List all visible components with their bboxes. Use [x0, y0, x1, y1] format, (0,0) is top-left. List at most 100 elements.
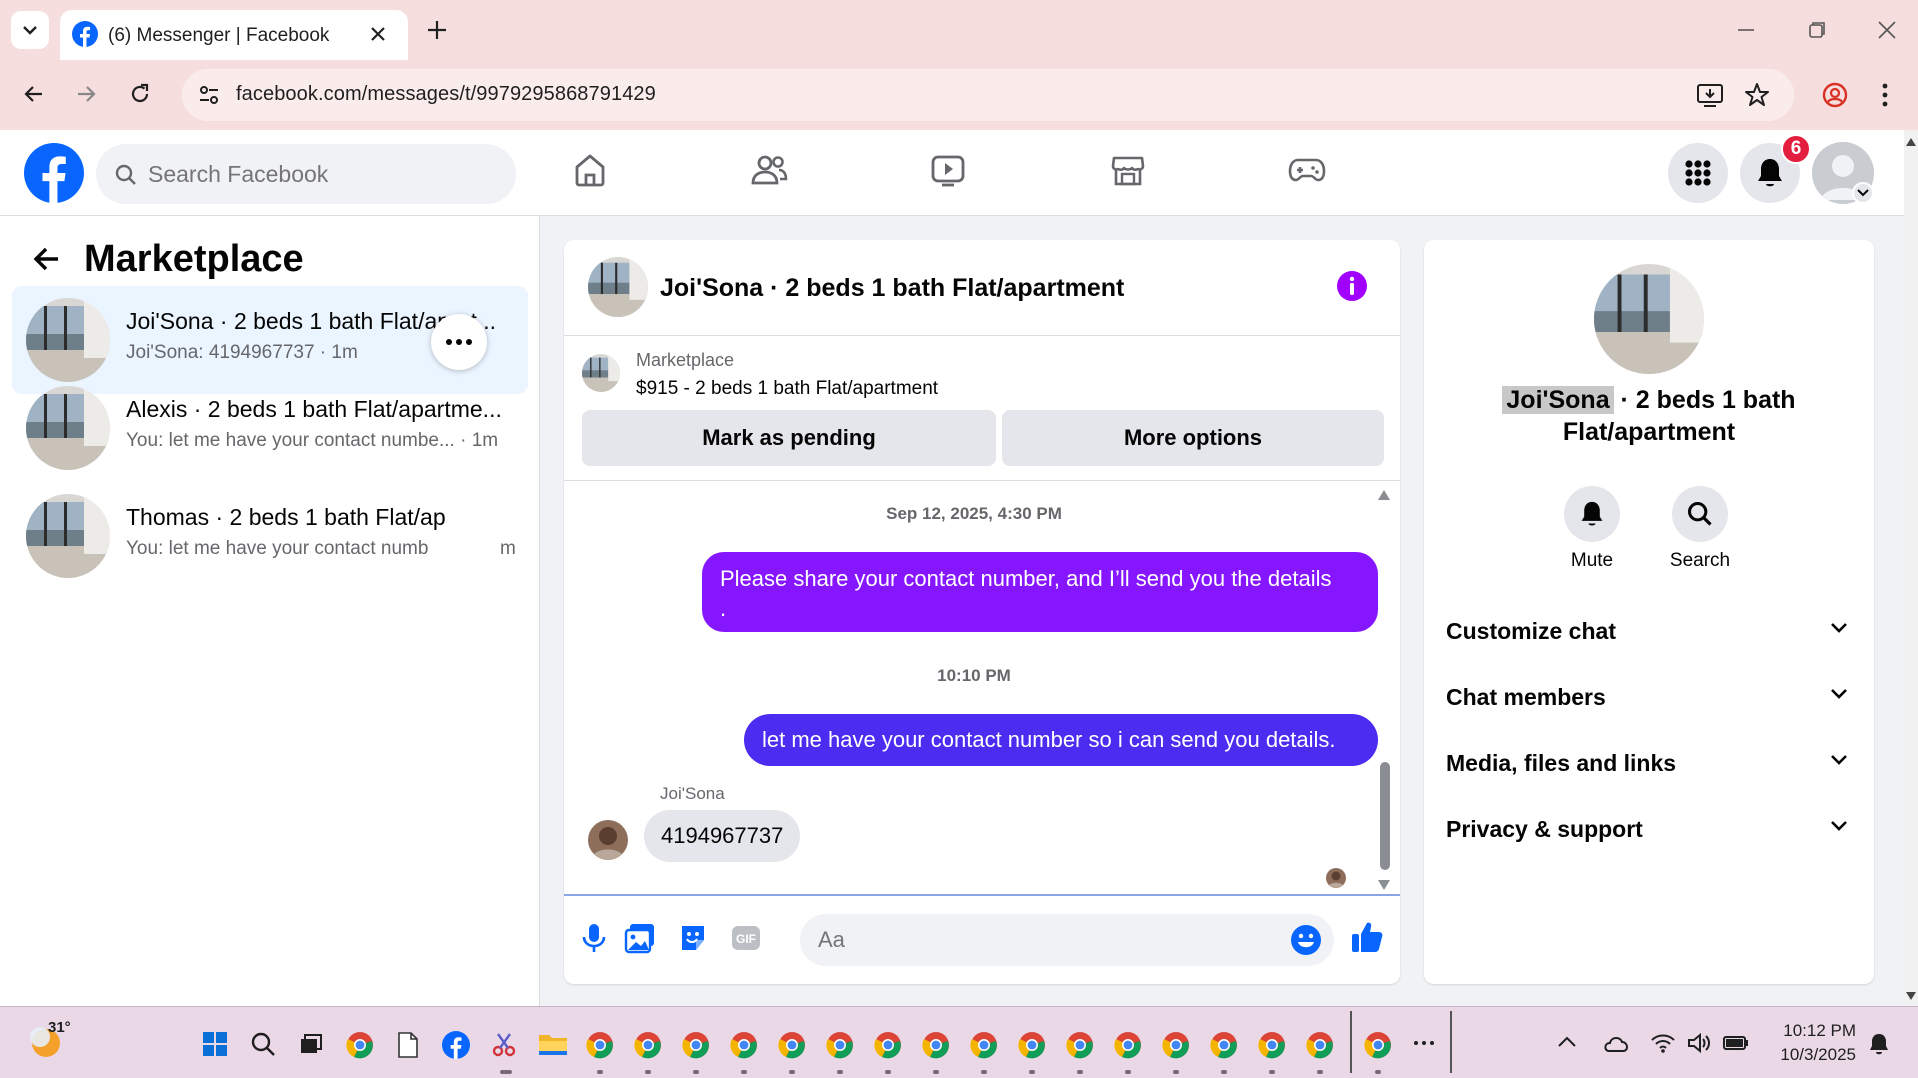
install-app-icon[interactable]	[1696, 82, 1724, 108]
battery-icon[interactable]	[1722, 1031, 1750, 1055]
marketplace-icon[interactable]	[1110, 152, 1146, 188]
media-files-links-section[interactable]: Media, files and links	[1446, 742, 1856, 782]
chrome-window-icon[interactable]	[1018, 1031, 1046, 1059]
profile-icon[interactable]	[1822, 82, 1848, 108]
facebook-app-icon[interactable]	[442, 1031, 470, 1059]
page-scrollbar[interactable]	[1904, 130, 1918, 1006]
emoji-icon[interactable]	[1290, 924, 1322, 956]
clock-time[interactable]: 10:12 PM	[1760, 1021, 1856, 1041]
scroll-up-icon[interactable]	[1378, 490, 1390, 500]
listing-thumbnail[interactable]	[588, 257, 648, 317]
chrome-window-icon[interactable]	[1306, 1031, 1334, 1059]
url-text[interactable]: facebook.com/messages/t/9979295868791429	[236, 83, 656, 106]
privacy-support-section[interactable]: Privacy & support	[1446, 808, 1856, 848]
photo-icon[interactable]	[624, 922, 656, 954]
friends-icon[interactable]	[750, 152, 788, 188]
restore-icon[interactable]	[1806, 19, 1828, 41]
window-close-icon[interactable]	[1876, 19, 1898, 41]
listing-summary[interactable]: $915 - 2 beds 1 bath Flat/apartment	[636, 378, 938, 400]
task-view-icon[interactable]	[298, 1031, 324, 1057]
video-icon[interactable]	[930, 152, 966, 188]
volume-icon[interactable]	[1686, 1031, 1712, 1055]
chrome-window-icon[interactable]	[826, 1031, 854, 1059]
chrome-icon[interactable]	[346, 1031, 374, 1059]
browser-tab-bar: (6) Messenger | Facebook	[0, 0, 1918, 60]
chrome-window-icon[interactable]	[1364, 1031, 1392, 1059]
file-explorer-icon[interactable]	[538, 1031, 568, 1057]
facebook-search[interactable]	[96, 144, 516, 204]
notification-center-icon[interactable]	[1866, 1031, 1892, 1057]
reload-icon[interactable]	[128, 82, 152, 106]
mute-button[interactable]: Mute	[1542, 486, 1642, 572]
listing-thumbnail[interactable]	[582, 354, 620, 392]
back-icon[interactable]	[22, 82, 46, 106]
conversation-options-button[interactable]	[431, 314, 487, 370]
gif-icon[interactable]: GIF	[730, 922, 762, 954]
chrome-window-icon[interactable]	[1258, 1031, 1286, 1059]
info-icon[interactable]	[1336, 270, 1368, 302]
start-icon[interactable]	[202, 1031, 228, 1057]
facebook-logo-icon[interactable]	[24, 143, 84, 203]
more-apps-icon[interactable]	[1412, 1031, 1436, 1055]
home-icon[interactable]	[572, 152, 608, 188]
message-input[interactable]	[818, 914, 1258, 966]
address-bar[interactable]: facebook.com/messages/t/9979295868791429	[182, 69, 1794, 121]
chrome-window-icon[interactable]	[1210, 1031, 1238, 1059]
onedrive-cloud-icon[interactable]	[1602, 1031, 1630, 1055]
sender-avatar[interactable]	[588, 820, 628, 860]
scroll-up-icon[interactable]	[1906, 138, 1916, 146]
like-thumbs-up-icon[interactable]	[1350, 920, 1384, 954]
wifi-icon[interactable]	[1650, 1031, 1676, 1055]
chrome-window-icon[interactable]	[682, 1031, 710, 1059]
scroll-down-icon[interactable]	[1378, 880, 1390, 890]
chrome-window-icon[interactable]	[778, 1031, 806, 1059]
more-options-button[interactable]: More options	[1002, 410, 1384, 466]
chrome-window-icon[interactable]	[1162, 1031, 1190, 1059]
bookmark-star-icon[interactable]	[1744, 82, 1770, 108]
outgoing-message[interactable]: Please share your contact number, and I’…	[702, 552, 1378, 632]
forward-icon[interactable]	[74, 82, 98, 106]
tab-search-button[interactable]	[11, 11, 49, 49]
more-menu-icon[interactable]	[1880, 82, 1890, 108]
customize-chat-section[interactable]: Customize chat	[1446, 610, 1856, 650]
minimize-icon[interactable]	[1735, 19, 1757, 41]
account-menu-button[interactable]	[1852, 182, 1874, 204]
chrome-window-icon[interactable]	[1066, 1031, 1094, 1059]
file-icon[interactable]	[396, 1031, 420, 1059]
microphone-icon[interactable]	[580, 922, 608, 954]
conversation-item[interactable]: Alexis · 2 beds 1 bath Flat/apartme... Y…	[12, 374, 528, 482]
chevron-up-icon[interactable]	[1556, 1031, 1578, 1053]
gaming-icon[interactable]	[1288, 152, 1326, 188]
chrome-window-icon[interactable]	[970, 1031, 998, 1059]
chrome-window-icon[interactable]	[922, 1031, 950, 1059]
sticker-icon[interactable]	[678, 922, 708, 954]
new-tab-icon[interactable]	[424, 17, 450, 43]
close-tab-icon[interactable]	[366, 22, 390, 46]
search-input[interactable]	[148, 144, 498, 204]
site-settings-icon[interactable]	[196, 82, 222, 108]
menu-grid-button[interactable]	[1668, 143, 1728, 203]
message-composer[interactable]	[800, 914, 1334, 966]
scroll-down-icon[interactable]	[1906, 992, 1916, 1000]
chat-scroll-thumb[interactable]	[1380, 762, 1390, 870]
chrome-window-icon[interactable]	[586, 1031, 614, 1059]
browser-tab-active[interactable]: (6) Messenger | Facebook	[60, 10, 408, 60]
chrome-window-icon[interactable]	[730, 1031, 758, 1059]
search-icon[interactable]	[250, 1031, 276, 1057]
taskbar-separator	[1350, 1011, 1352, 1073]
chrome-window-icon[interactable]	[634, 1031, 662, 1059]
mark-as-pending-button[interactable]: Mark as pending	[582, 410, 996, 466]
chrome-window-icon[interactable]	[874, 1031, 902, 1059]
incoming-message[interactable]: 4194967737	[644, 810, 800, 862]
chrome-window-icon[interactable]	[1114, 1031, 1142, 1059]
back-arrow-icon[interactable]	[32, 244, 62, 274]
outgoing-message[interactable]: let me have your contact number so i can…	[744, 714, 1378, 766]
running-indicator	[693, 1070, 699, 1074]
snipping-tool-icon[interactable]	[490, 1031, 518, 1059]
chat-title[interactable]: Joi'Sona · 2 beds 1 bath Flat/apartment	[660, 274, 1124, 303]
conversation-item[interactable]: Thomas · 2 beds 1 bath Flat/ap You: let …	[12, 482, 528, 590]
chat-members-section[interactable]: Chat members	[1446, 676, 1856, 716]
clock-date[interactable]: 10/3/2025	[1760, 1045, 1856, 1065]
search-in-chat-button[interactable]: Search	[1650, 486, 1750, 572]
running-indicator	[1317, 1070, 1323, 1074]
